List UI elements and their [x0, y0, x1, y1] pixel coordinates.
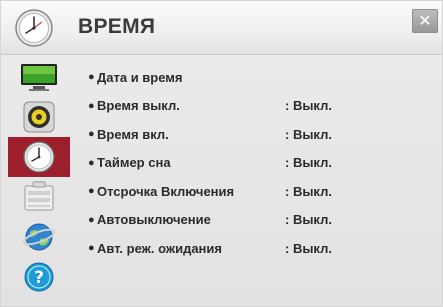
bullet-icon: ● [88, 99, 95, 112]
sidebar-item-audio[interactable] [8, 97, 70, 137]
menu-row-label: Авт. реж. ожидания [97, 240, 222, 256]
close-icon: ✕ [418, 13, 432, 30]
menu-row-value: : Выкл. [285, 183, 332, 199]
clock-icon [15, 9, 53, 47]
menu-row-sleep-timer[interactable]: ● Таймер сна : Выкл. [88, 149, 428, 178]
sidebar-item-help[interactable]: ? [8, 257, 70, 297]
audio-icon [23, 101, 55, 133]
bullet-icon: ● [88, 71, 95, 84]
sidebar-item-options[interactable] [8, 177, 70, 217]
svg-text:?: ? [34, 268, 44, 288]
menu-row-label: Дата и время [97, 69, 183, 85]
bullet-icon: ● [88, 242, 95, 255]
menu-row-label: Время выкл. [97, 98, 180, 114]
time-settings-window: ВРЕМЯ ✕ ? ● Дата и время ● Время выкл.:… [0, 0, 443, 307]
network-icon [22, 223, 56, 251]
clock-icon [23, 141, 55, 173]
menu-row-off-time[interactable]: ● Время выкл. : Выкл. [88, 92, 428, 121]
page-title: ВРЕМЯ [78, 15, 156, 38]
sidebar-item-time[interactable] [8, 137, 70, 177]
menu-row-power-on-delay[interactable]: ● Отсрочка Включения : Выкл. [88, 177, 428, 206]
menu-row-auto-off[interactable]: ● Автовыключение : Выкл. [88, 206, 428, 235]
bullet-icon: ● [88, 185, 95, 198]
menu-row-value: : Выкл. [285, 155, 332, 171]
menu-row-label: Автовыключение [97, 212, 211, 228]
menu-row-label: Отсрочка Включения [97, 183, 235, 199]
menu-row-value: : Выкл. [285, 126, 332, 142]
menu-row-value: : Выкл. [285, 240, 332, 256]
picture-icon [21, 64, 57, 91]
bullet-icon: ● [88, 213, 95, 226]
options-icon [24, 181, 54, 211]
bullet-icon: ● [88, 156, 95, 169]
menu-row-auto-standby[interactable]: ● Авт. реж. ожидания : Выкл. [88, 234, 428, 263]
menu-list: ● Дата и время ● Время выкл. : Выкл. ● В… [88, 63, 428, 263]
header-bar: ВРЕМЯ ✕ [1, 1, 442, 55]
sidebar-item-network[interactable] [8, 217, 70, 257]
bullet-icon: ● [88, 128, 95, 141]
menu-row-label: Время вкл. [97, 126, 169, 142]
menu-row-label: Таймер сна [97, 155, 171, 171]
help-icon: ? [24, 262, 54, 292]
menu-row-on-time[interactable]: ● Время вкл. : Выкл. [88, 120, 428, 149]
menu-row-date-time[interactable]: ● Дата и время [88, 63, 428, 92]
sidebar: ? [8, 57, 70, 300]
close-button[interactable]: ✕ [412, 9, 438, 33]
menu-row-value: : Выкл. [285, 212, 332, 228]
sidebar-item-picture[interactable] [8, 57, 70, 97]
menu-row-value: : Выкл. [285, 98, 332, 114]
